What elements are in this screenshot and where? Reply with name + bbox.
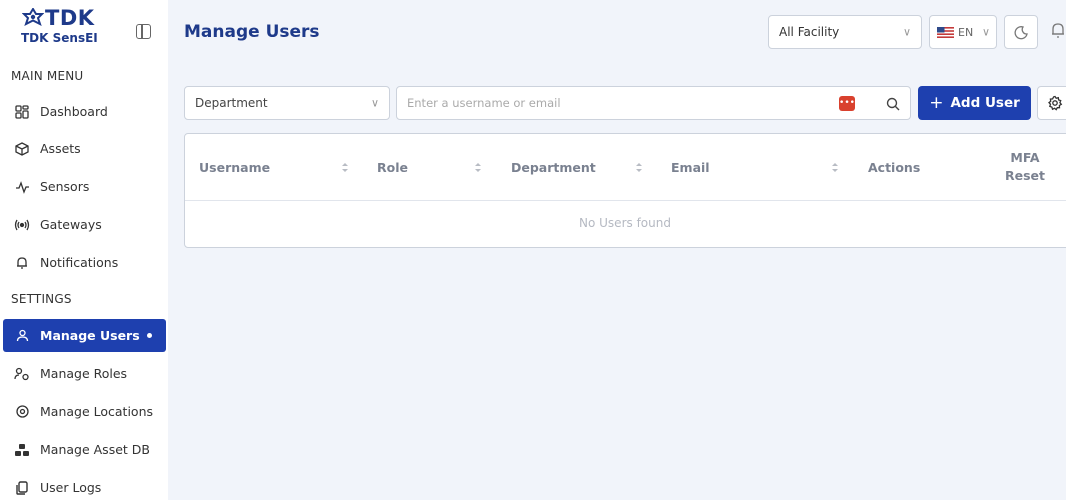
column-header-department[interactable]: Department	[511, 134, 596, 201]
cubes-icon	[11, 443, 33, 457]
department-select[interactable]: Department ∨	[184, 86, 390, 120]
user-icon	[11, 329, 33, 342]
sort-icon[interactable]	[341, 161, 349, 175]
bell-icon	[1052, 23, 1064, 38]
sidebar-item-label: Sensors	[40, 179, 90, 194]
broadcast-icon	[11, 219, 33, 231]
password-manager-icon[interactable]: •••	[839, 96, 855, 111]
us-flag-icon	[937, 26, 954, 38]
add-user-label: Add User	[950, 95, 1020, 111]
language-select-value: EN	[958, 25, 974, 39]
sort-icon[interactable]	[831, 161, 839, 175]
sidebar-item-manage-asset-db[interactable]: Manage Asset DB	[3, 433, 166, 466]
empty-state-message: No Users found	[579, 216, 671, 230]
sidebar-collapse-icon[interactable]	[136, 24, 151, 39]
sidebar-item-label: Manage Roles	[40, 366, 128, 381]
column-header-mfa-reset: MFA Reset	[1000, 149, 1050, 185]
product-name: TDK SensEI	[21, 31, 98, 45]
document-icon	[11, 480, 33, 495]
logo-text: TDK	[45, 6, 95, 30]
bell-icon	[11, 256, 33, 270]
sidebar-item-label: Notifications	[40, 255, 119, 270]
search-icon[interactable]	[886, 96, 900, 115]
sidebar-item-label: Manage Asset DB	[40, 442, 150, 457]
mfa-header-line1: MFA	[1010, 150, 1040, 165]
search-field[interactable]: •••	[396, 86, 911, 120]
facility-select[interactable]: All Facility ∨	[768, 15, 922, 49]
column-header-email[interactable]: Email	[671, 134, 710, 201]
location-pin-icon	[11, 404, 33, 419]
sidebar-item-label: Dashboard	[40, 104, 108, 119]
moon-icon	[1014, 25, 1028, 39]
cube-icon	[11, 141, 33, 156]
page-title: Manage Users	[184, 22, 320, 42]
gear-icon	[1048, 95, 1063, 111]
chevron-down-icon: ∨	[981, 25, 990, 39]
sidebar-item-label: Manage Users	[40, 328, 140, 343]
notification-button[interactable]	[1050, 22, 1066, 42]
sidebar-item-dashboard[interactable]: Dashboard	[3, 95, 166, 128]
sidebar-item-manage-locations[interactable]: Manage Locations	[3, 395, 166, 428]
department-select-value: Department	[195, 96, 268, 110]
sidebar: TDK TDK SensEI MAIN MENU Dashboard Asset…	[0, 0, 168, 500]
column-header-role[interactable]: Role	[377, 134, 408, 201]
header-divider	[185, 200, 1066, 201]
facility-select-value: All Facility	[779, 25, 840, 39]
tdk-logo[interactable]: TDK TDK SensEI	[21, 6, 112, 55]
sidebar-item-label: Gateways	[40, 217, 102, 232]
plus-icon: +	[929, 92, 944, 113]
sidebar-item-notifications[interactable]: Notifications	[3, 246, 166, 279]
dashboard-icon	[11, 104, 33, 119]
search-input[interactable]	[407, 96, 827, 110]
sidebar-item-assets[interactable]: Assets	[3, 132, 166, 165]
tdk-emblem-icon	[22, 8, 44, 26]
column-header-username[interactable]: Username	[199, 134, 270, 201]
sort-icon[interactable]	[474, 161, 482, 175]
mfa-header-line2: Reset	[1005, 168, 1045, 183]
sidebar-item-manage-users[interactable]: Manage Users	[3, 319, 166, 352]
sidebar-item-label: User Logs	[40, 480, 102, 495]
theme-toggle-button[interactable]	[1004, 15, 1038, 49]
column-header-actions: Actions	[868, 160, 921, 175]
main-menu-label: MAIN MENU	[11, 69, 84, 83]
add-user-button[interactable]: + Add User	[918, 86, 1031, 120]
settings-label: SETTINGS	[11, 292, 72, 306]
sidebar-item-label: Manage Locations	[40, 404, 154, 419]
language-select[interactable]: EN ∨	[929, 15, 997, 49]
sidebar-item-label: Assets	[40, 141, 81, 156]
sidebar-item-user-logs[interactable]: User Logs	[3, 471, 166, 500]
sidebar-item-gateways[interactable]: Gateways	[3, 208, 166, 241]
users-table: Username Role Department Email Actions M…	[184, 133, 1066, 248]
pulse-icon	[11, 180, 33, 194]
chevron-down-icon: ∨	[902, 25, 911, 39]
active-indicator-dot	[147, 333, 152, 338]
chevron-down-icon: ∨	[370, 96, 379, 110]
sidebar-item-sensors[interactable]: Sensors	[3, 170, 166, 203]
roles-icon	[11, 367, 33, 381]
table-settings-button[interactable]	[1037, 86, 1066, 120]
sort-icon[interactable]	[635, 161, 643, 175]
sidebar-item-manage-roles[interactable]: Manage Roles	[3, 357, 166, 390]
